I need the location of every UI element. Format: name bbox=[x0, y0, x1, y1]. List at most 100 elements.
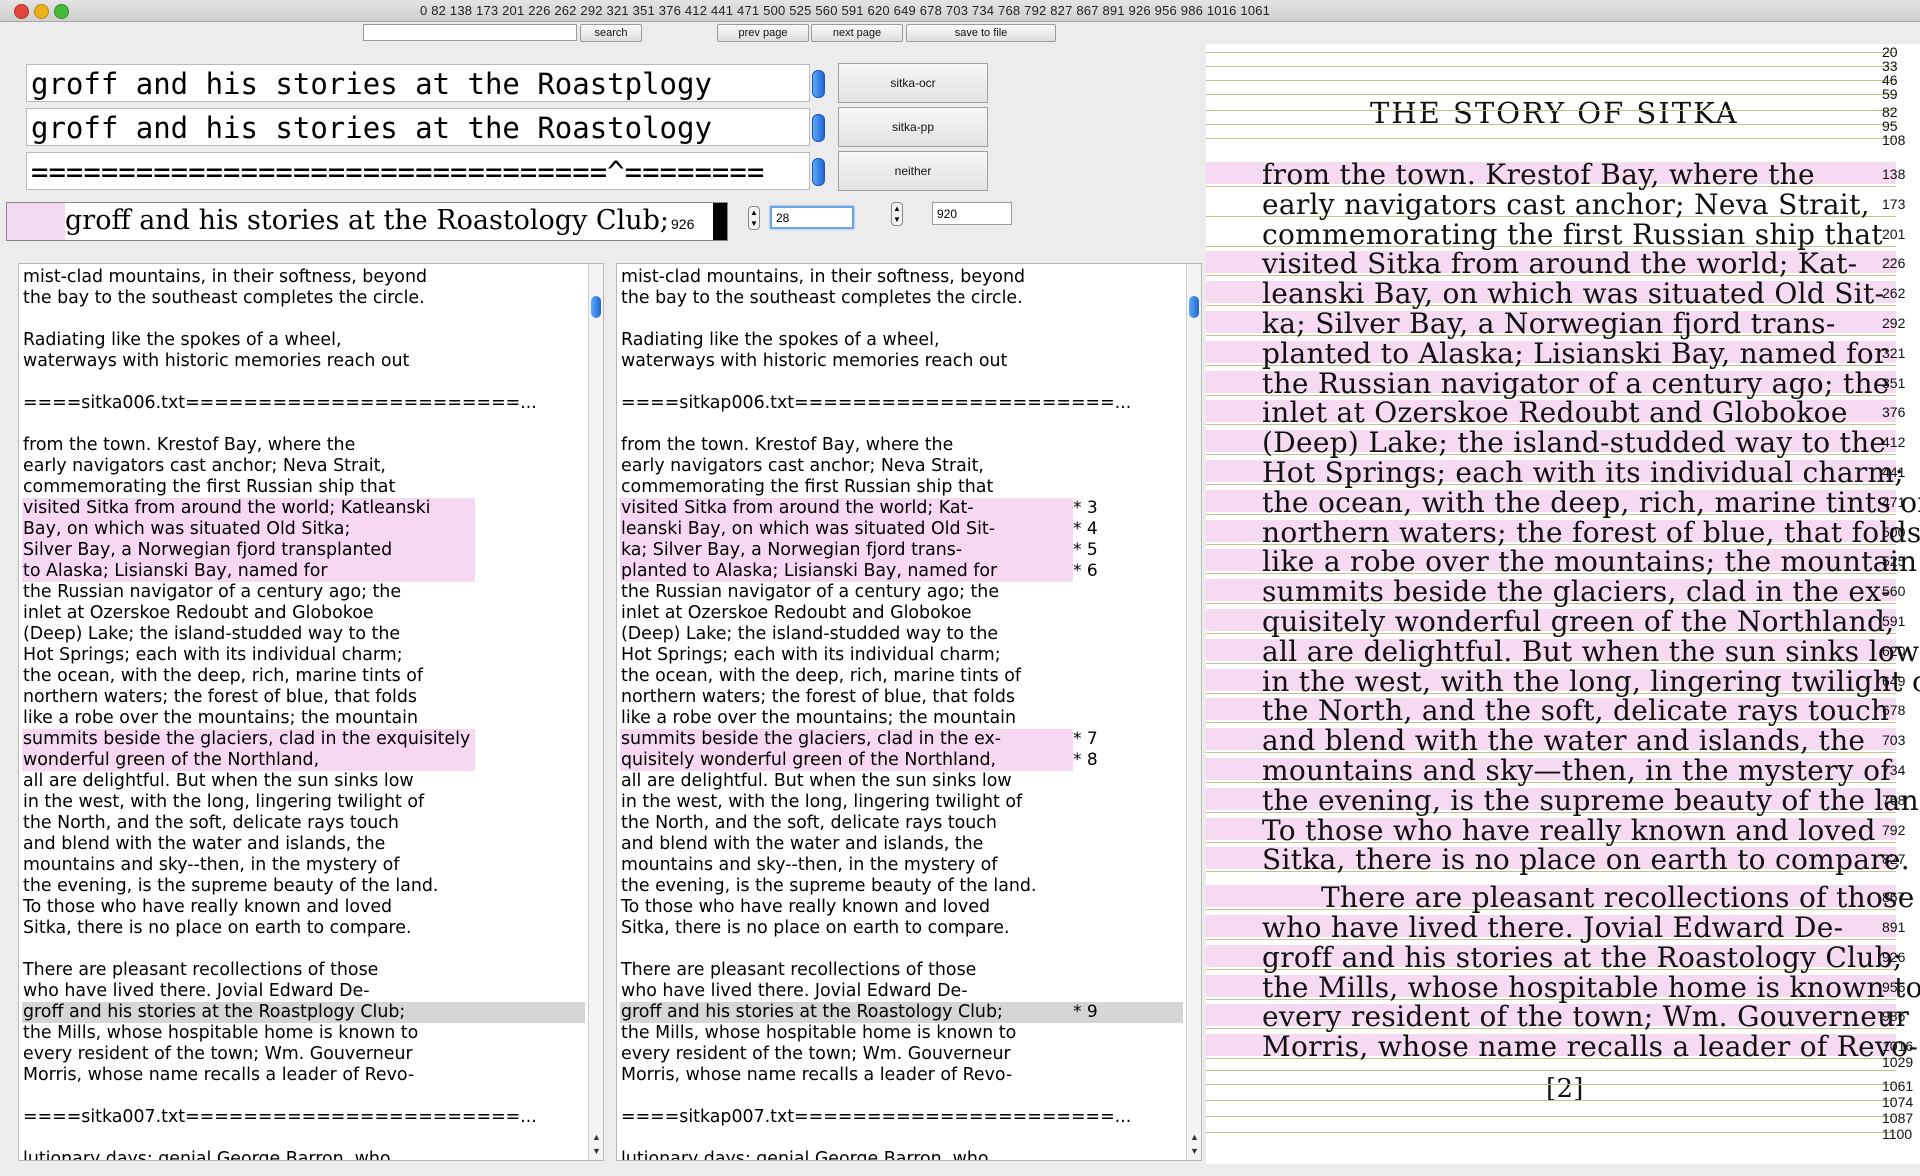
ocr-text-line[interactable] bbox=[22, 1128, 23, 1149]
ocr-text-line[interactable]: the Mills, whose hospitable home is know… bbox=[22, 1023, 418, 1044]
ocr-text-line[interactable]: to Alaska; Lisianski Bay, named for bbox=[22, 561, 475, 582]
ocr-text-line[interactable]: There are pleasant recollections of thos… bbox=[22, 960, 378, 981]
scroll-down-arrow-icon[interactable]: ▼ bbox=[592, 1146, 601, 1156]
page-text-line[interactable]: from the town. Krestof Bay, where the bbox=[1262, 158, 1815, 191]
ocr-text-line[interactable] bbox=[22, 1086, 23, 1107]
ocr-text-line[interactable]: commemorating the first Russian ship tha… bbox=[22, 477, 395, 498]
pp-text-line[interactable]: all are delightful. But when the sun sin… bbox=[620, 771, 1012, 792]
page-text-line[interactable]: early navigators cast anchor; Neva Strai… bbox=[1262, 188, 1870, 221]
page-text-line[interactable]: like a robe over the mountains; the moun… bbox=[1262, 545, 1917, 578]
close-window-button[interactable] bbox=[14, 4, 29, 19]
search-button[interactable]: search bbox=[580, 24, 642, 42]
page-text-line[interactable]: planted to Alaska; Lisianski Bay, named … bbox=[1262, 337, 1888, 370]
pp-text-line[interactable]: groff and his stories at the Roastology … bbox=[620, 1002, 1183, 1023]
ocr-text-line[interactable]: and blend with the water and islands, th… bbox=[22, 834, 385, 855]
next-page-button[interactable]: next page bbox=[811, 24, 903, 42]
pp-text-line[interactable]: the evening, is the supreme beauty of th… bbox=[620, 876, 1036, 897]
ocr-text-line[interactable]: (Deep) Lake; the island-studded way to t… bbox=[22, 624, 400, 645]
pp-text-line[interactable]: the ocean, with the deep, rich, marine t… bbox=[620, 666, 1021, 687]
ocr-text-line[interactable]: visited Sitka from around the world; Kat… bbox=[22, 498, 475, 519]
ocr-text-line[interactable]: northern waters; the forest of blue, tha… bbox=[22, 687, 417, 708]
scroll-up-arrow-icon[interactable]: ▲ bbox=[592, 1132, 601, 1142]
ocr-text-line[interactable] bbox=[22, 414, 23, 435]
ocr-text-line[interactable]: wonderful green of the Northland, bbox=[22, 750, 475, 771]
ocr-text-line[interactable]: from the town. Krestof Bay, where the bbox=[22, 435, 355, 456]
ocr-text-line[interactable]: ====sitka006.txt=======================.… bbox=[22, 393, 537, 414]
pp-text-line[interactable]: who have lived there. Jovial Edward De- bbox=[620, 981, 968, 1002]
page-text-line[interactable]: the North, and the soft, delicate rays t… bbox=[1262, 694, 1889, 727]
zoom-window-button[interactable] bbox=[54, 4, 69, 19]
pp-text-line[interactable]: and blend with the water and islands, th… bbox=[620, 834, 983, 855]
ocr-text-line[interactable]: the bay to the southeast completes the c… bbox=[22, 288, 425, 309]
pp-text-line[interactable]: Hot Springs; each with its individual ch… bbox=[620, 645, 1001, 666]
position-stepper[interactable]: ▲ ▼ bbox=[891, 202, 903, 226]
page-text-line[interactable]: in the west, with the long, lingering tw… bbox=[1262, 665, 1920, 698]
pp-panel-scrollbar[interactable]: ▲ ▼ bbox=[1186, 264, 1201, 1160]
page-text-line[interactable]: who have lived there. Jovial Edward De- bbox=[1262, 911, 1843, 944]
prev-page-button[interactable]: prev page bbox=[717, 24, 809, 42]
ocr-text-line[interactable]: like a robe over the mountains; the moun… bbox=[22, 708, 418, 729]
line-number-field[interactable] bbox=[770, 206, 854, 229]
page-text-line[interactable]: (Deep) Lake; the island-studded way to t… bbox=[1262, 426, 1886, 459]
ocr-text-line[interactable]: who have lived there. Jovial Edward De- bbox=[22, 981, 370, 1002]
pp-text-line[interactable]: like a robe over the mountains; the moun… bbox=[620, 708, 1016, 729]
page-text-line[interactable]: visited Sitka from around the world; Kat… bbox=[1262, 247, 1857, 280]
page-text-line[interactable]: inlet at Ozerskoe Redoubt and Globokoe bbox=[1262, 396, 1848, 429]
choose-sitka-pp-button[interactable]: sitka-pp bbox=[838, 107, 988, 147]
ocr-text-line[interactable]: inlet at Ozerskoe Redoubt and Globokoe bbox=[22, 603, 374, 624]
ocr-text-line[interactable]: Radiating like the spokes of a wheel, bbox=[22, 330, 342, 351]
ocr-text-panel[interactable]: mist-clad mountains, in their softness, … bbox=[18, 263, 604, 1161]
page-text-line[interactable]: the Russian navigator of a century ago; … bbox=[1262, 367, 1890, 400]
ocr-text-line[interactable]: every resident of the town; Wm. Gouverne… bbox=[22, 1044, 413, 1065]
page-text-line[interactable]: every resident of the town; Wm. Gouverne… bbox=[1262, 1000, 1909, 1033]
pp-text-line[interactable]: from the town. Krestof Bay, where the bbox=[620, 435, 953, 456]
ocr-text-line[interactable]: Sitka, there is no place on earth to com… bbox=[22, 918, 412, 939]
candidate-pp-line[interactable]: groff and his stories at the Roastology bbox=[26, 108, 810, 146]
scroll-up-arrow-icon[interactable]: ▲ bbox=[1190, 1132, 1199, 1142]
ocr-text-line[interactable]: Morris, whose name recalls a leader of R… bbox=[22, 1065, 414, 1086]
save-to-file-button[interactable]: save to file bbox=[906, 24, 1056, 42]
page-text-line[interactable]: quisitely wonderful green of the Northla… bbox=[1262, 605, 1894, 638]
ocr-text-line[interactable] bbox=[22, 309, 23, 330]
ocr-text-line[interactable]: mountains and sky--then, in the mystery … bbox=[22, 855, 399, 876]
pp-text-line[interactable]: in the west, with the long, lingering tw… bbox=[620, 792, 1022, 813]
search-input[interactable] bbox=[363, 24, 577, 41]
ocr-panel-scrollbar[interactable]: ▲ ▼ bbox=[588, 264, 603, 1160]
page-text-line[interactable]: northern waters; the forest of blue, tha… bbox=[1262, 516, 1920, 549]
pp-text-line[interactable] bbox=[620, 1128, 621, 1149]
pp-text-line[interactable]: waterways with historic memories reach o… bbox=[620, 351, 1007, 372]
ocr-text-line[interactable]: the ocean, with the deep, rich, marine t… bbox=[22, 666, 423, 687]
ocr-text-line[interactable]: ====sitka007.txt=======================.… bbox=[22, 1107, 537, 1128]
page-text-line[interactable]: groff and his stories at the Roastology … bbox=[1262, 941, 1903, 974]
choose-neither-button[interactable]: neither bbox=[838, 151, 988, 191]
ocr-text-line[interactable]: the Russian navigator of a century ago; … bbox=[22, 582, 401, 603]
ocr-text-line[interactable]: Hot Springs; each with its individual ch… bbox=[22, 645, 403, 666]
line-stepper[interactable]: ▲ ▼ bbox=[748, 206, 760, 230]
page-text-line[interactable]: leanski Bay, on which was situated Old S… bbox=[1262, 277, 1884, 310]
pp-text-line[interactable]: the bay to the southeast completes the c… bbox=[620, 288, 1023, 309]
ocr-text-line[interactable]: in the west, with the long, lingering tw… bbox=[22, 792, 424, 813]
ocr-text-line[interactable] bbox=[22, 939, 23, 960]
ocr-text-line[interactable]: lutionary days; genial George Barron, wh… bbox=[22, 1149, 391, 1160]
ocr-text-line[interactable]: mist-clad mountains, in their softness, … bbox=[22, 267, 427, 288]
page-text-line[interactable]: the ocean, with the deep, rich, marine t… bbox=[1262, 486, 1920, 519]
pp-text-line[interactable]: Radiating like the spokes of a wheel, bbox=[620, 330, 940, 351]
candidate-ocr-line[interactable]: groff and his stories at the Roastplogy bbox=[26, 64, 810, 102]
pp-text-line[interactable]: There are pleasant recollections of thos… bbox=[620, 960, 976, 981]
pp-text-line[interactable] bbox=[620, 309, 621, 330]
ocr-text-line[interactable]: the evening, is the supreme beauty of th… bbox=[22, 876, 438, 897]
ocr-text-line[interactable]: the North, and the soft, delicate rays t… bbox=[22, 813, 399, 834]
ocr-text-line[interactable]: summits beside the glaciers, clad in the… bbox=[22, 729, 475, 750]
page-scan-image[interactable]: THE STORY OF SITKA [2] 20 33 46 59 82 95 108 fr… bbox=[1206, 44, 1920, 1164]
page-text-line[interactable]: Hot Springs; each with its individual ch… bbox=[1262, 456, 1904, 489]
diff-marker-slider[interactable] bbox=[812, 158, 825, 186]
page-text-line[interactable]: ka; Silver Bay, a Norwegian fjord trans- bbox=[1262, 307, 1836, 340]
pp-text-line[interactable]: summits beside the glaciers, clad in the… bbox=[620, 729, 1073, 750]
pp-text-line[interactable]: leanski Bay, on which was situated Old S… bbox=[620, 519, 1073, 540]
page-text-line[interactable]: all are delightful. But when the sun sin… bbox=[1262, 635, 1919, 668]
choose-sitka-ocr-button[interactable]: sitka-ocr bbox=[838, 63, 988, 103]
pp-text-line[interactable]: mountains and sky--then, in the mystery … bbox=[620, 855, 997, 876]
ocr-text-line[interactable]: To those who have really known and loved bbox=[22, 897, 392, 918]
pp-text-line[interactable] bbox=[620, 1086, 621, 1107]
pp-text-line[interactable]: lutionary days; genial George Barron, wh… bbox=[620, 1149, 989, 1160]
